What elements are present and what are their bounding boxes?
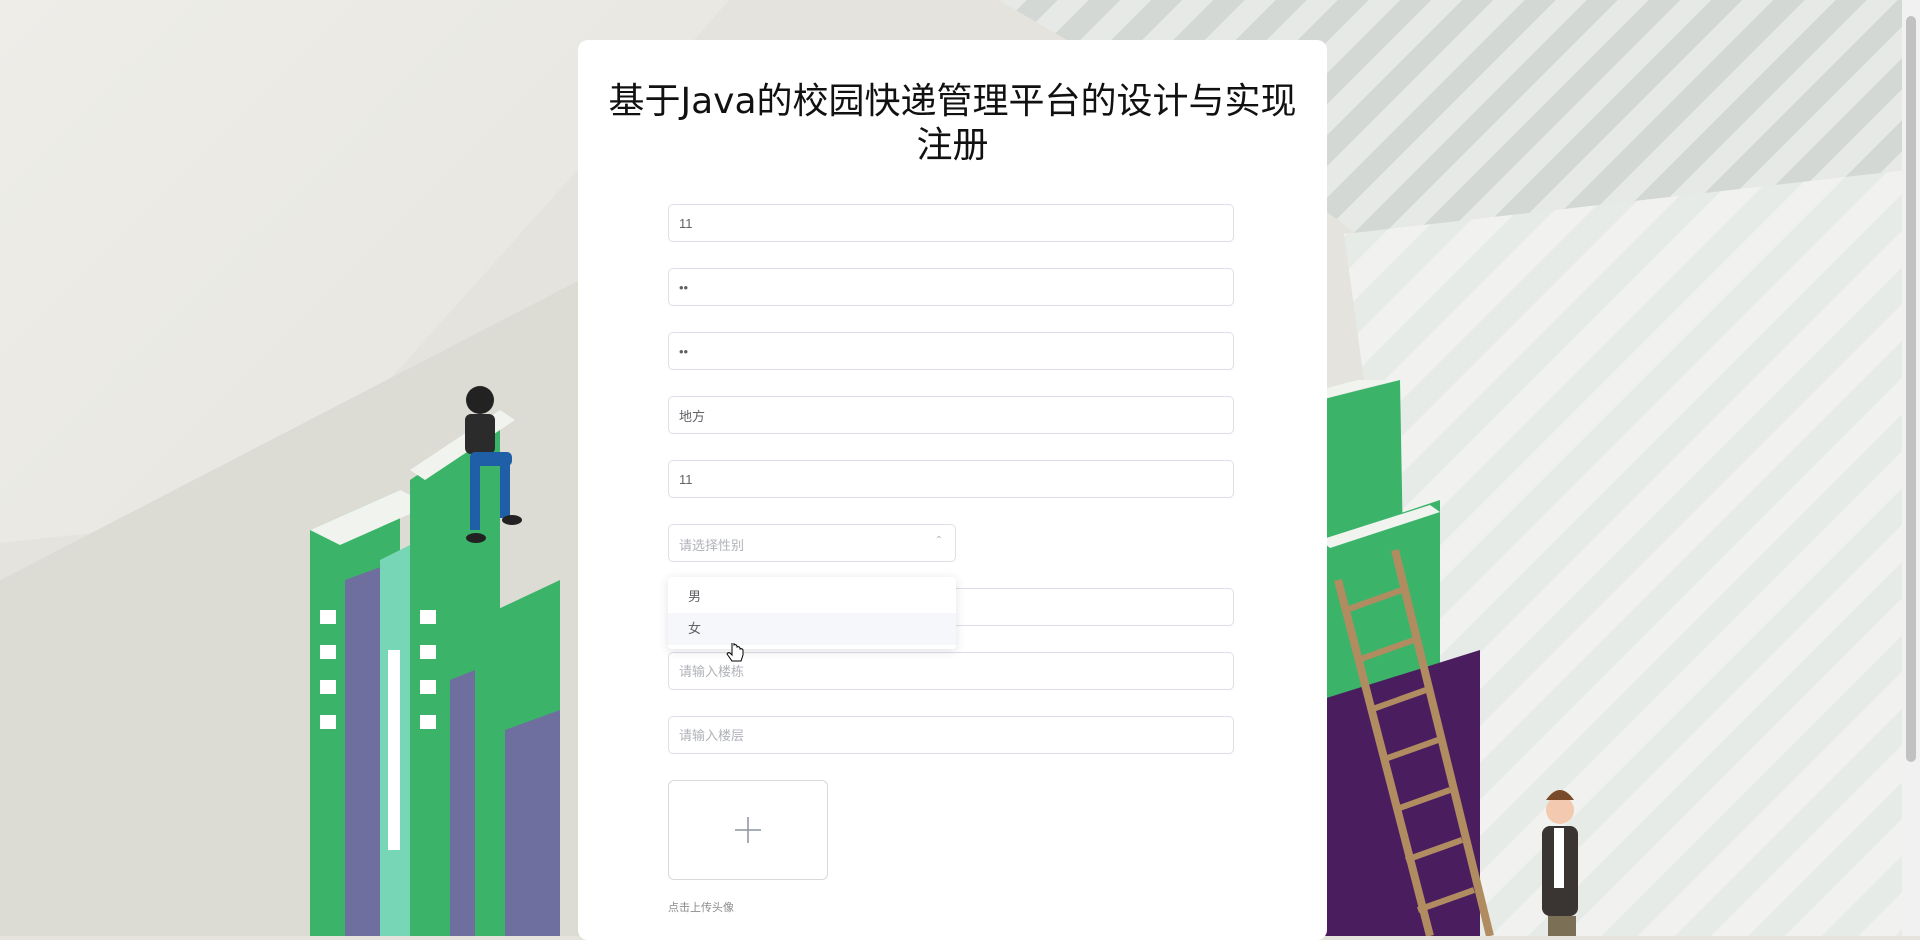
title-line-2: 注册	[916, 125, 989, 166]
plus-icon	[735, 817, 761, 843]
phone-field[interactable]	[668, 460, 1234, 498]
page-scrollbar[interactable]	[1902, 0, 1920, 936]
register-card: 基于Java的校园快递管理平台的设计与实现 注册 请选择性别 ⌃ 男 女 点击上	[578, 40, 1327, 940]
account-field[interactable]	[668, 204, 1234, 242]
gender-dropdown: 男 女	[668, 577, 956, 649]
chevron-up-icon: ⌃	[934, 535, 943, 546]
building-input[interactable]	[669, 653, 1233, 689]
password-input[interactable]	[669, 269, 1233, 305]
confirm-password-input[interactable]	[669, 333, 1233, 369]
title-line-1: 基于Java的校园快递管理平台的设计与实现	[608, 81, 1297, 122]
account-input[interactable]	[669, 205, 1233, 241]
gender-select[interactable]: 请选择性别 ⌃	[668, 524, 956, 562]
avatar-upload-button[interactable]	[668, 780, 828, 880]
right-books-illustration	[1320, 380, 1578, 936]
phone-input[interactable]	[669, 461, 1233, 497]
gender-option-male[interactable]: 男	[668, 581, 956, 613]
building-field[interactable]	[668, 652, 1234, 690]
address-field[interactable]	[668, 396, 1234, 434]
floor-input[interactable]	[669, 717, 1233, 753]
gender-option-female[interactable]: 女	[668, 613, 956, 645]
hand-cursor-icon	[726, 643, 744, 662]
upload-hint: 点击上传头像	[668, 902, 734, 914]
address-input[interactable]	[669, 397, 1233, 433]
left-books-illustration	[310, 386, 560, 936]
page-title: 基于Java的校园快递管理平台的设计与实现 注册	[578, 80, 1327, 168]
scrollbar-thumb[interactable]	[1906, 16, 1916, 762]
confirm-password-field[interactable]	[668, 332, 1234, 370]
gender-select-placeholder: 请选择性别	[679, 538, 745, 553]
password-field[interactable]	[668, 268, 1234, 306]
floor-field[interactable]	[668, 716, 1234, 754]
